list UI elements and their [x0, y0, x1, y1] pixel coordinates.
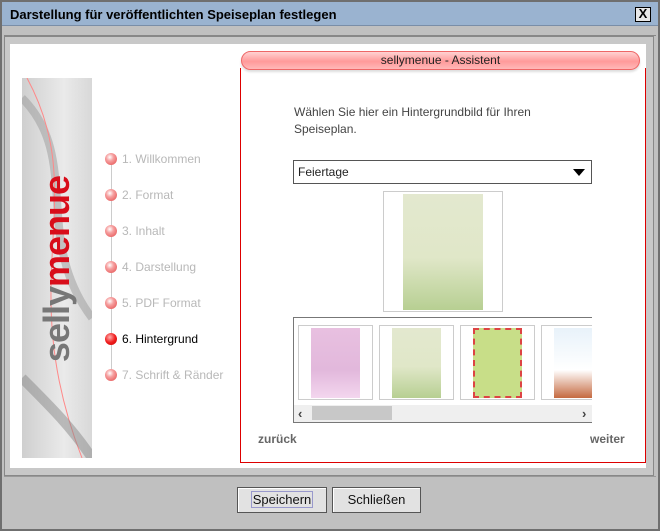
close-icon[interactable]: X [635, 7, 651, 22]
wizard-step: 5. PDF Format [105, 295, 201, 311]
thumbnail-item[interactable] [379, 325, 454, 400]
thumbnail-item[interactable] [541, 325, 592, 400]
step-label: 3. Inhalt [122, 224, 165, 238]
thumbnail-image [473, 328, 522, 398]
thumbnail-item[interactable] [298, 325, 373, 400]
next-link[interactable]: weiter [590, 432, 625, 446]
toolbar-strip [4, 28, 656, 36]
wizard-step: 3. Inhalt [105, 223, 165, 239]
wizard-step: 7. Schrift & Ränder [105, 367, 223, 383]
thumbnail-image [554, 328, 592, 398]
scroll-right-icon[interactable]: › [582, 405, 586, 422]
selected-value: Feiertage [298, 165, 349, 179]
preview-image [403, 194, 483, 310]
scroll-left-icon[interactable]: ‹ [298, 405, 302, 422]
save-button[interactable]: Speichern [237, 487, 327, 513]
back-link[interactable]: zurück [258, 432, 297, 446]
logo-text-selly: selly [36, 286, 77, 363]
horizontal-scrollbar[interactable]: ‹ › [294, 405, 592, 422]
wizard-step: 1. Willkommen [105, 151, 201, 167]
save-label: Speichern [250, 491, 314, 508]
step-bullet-icon [105, 369, 117, 381]
sellymenue-logo: sellymenue [22, 78, 92, 458]
logo-text-menue: menue [36, 175, 77, 287]
step-label: 6. Hintergrund [122, 332, 199, 346]
thumbnail-image [311, 328, 360, 398]
step-bullet-icon [105, 153, 117, 165]
step-label: 1. Willkommen [122, 152, 201, 166]
step-bullet-icon [105, 189, 117, 201]
chevron-down-icon[interactable] [573, 169, 585, 176]
step-label: 5. PDF Format [122, 296, 201, 310]
thumbnail-image [392, 328, 441, 398]
step-bullet-icon [105, 225, 117, 237]
thumbnail-list: ‹ › [293, 317, 592, 423]
step-label: 7. Schrift & Ränder [122, 368, 224, 382]
window-title: Darstellung für veröffentlichten Speisep… [10, 7, 337, 22]
wizard-step: 2. Format [105, 187, 173, 203]
step-label: 2. Format [122, 188, 174, 202]
step-label: 4. Darstellung [122, 260, 197, 274]
scrollbar-thumb[interactable] [312, 406, 392, 420]
wizard-step: 4. Darstellung [105, 259, 196, 275]
instruction-text: Wählen Sie hier ein Hintergrundbild für … [294, 105, 531, 136]
close-button[interactable]: Schließen [332, 487, 421, 513]
step-bullet-icon [105, 333, 117, 345]
wizard-step: 6. Hintergrund [105, 331, 198, 347]
thumbnail-item[interactable] [460, 325, 535, 400]
title-bar: Darstellung für veröffentlichten Speisep… [2, 2, 658, 26]
separator [4, 476, 656, 477]
step-bullet-icon [105, 261, 117, 273]
step-bullet-icon [105, 297, 117, 309]
background-preview [383, 191, 503, 312]
background-select[interactable]: Feiertage [293, 160, 592, 184]
